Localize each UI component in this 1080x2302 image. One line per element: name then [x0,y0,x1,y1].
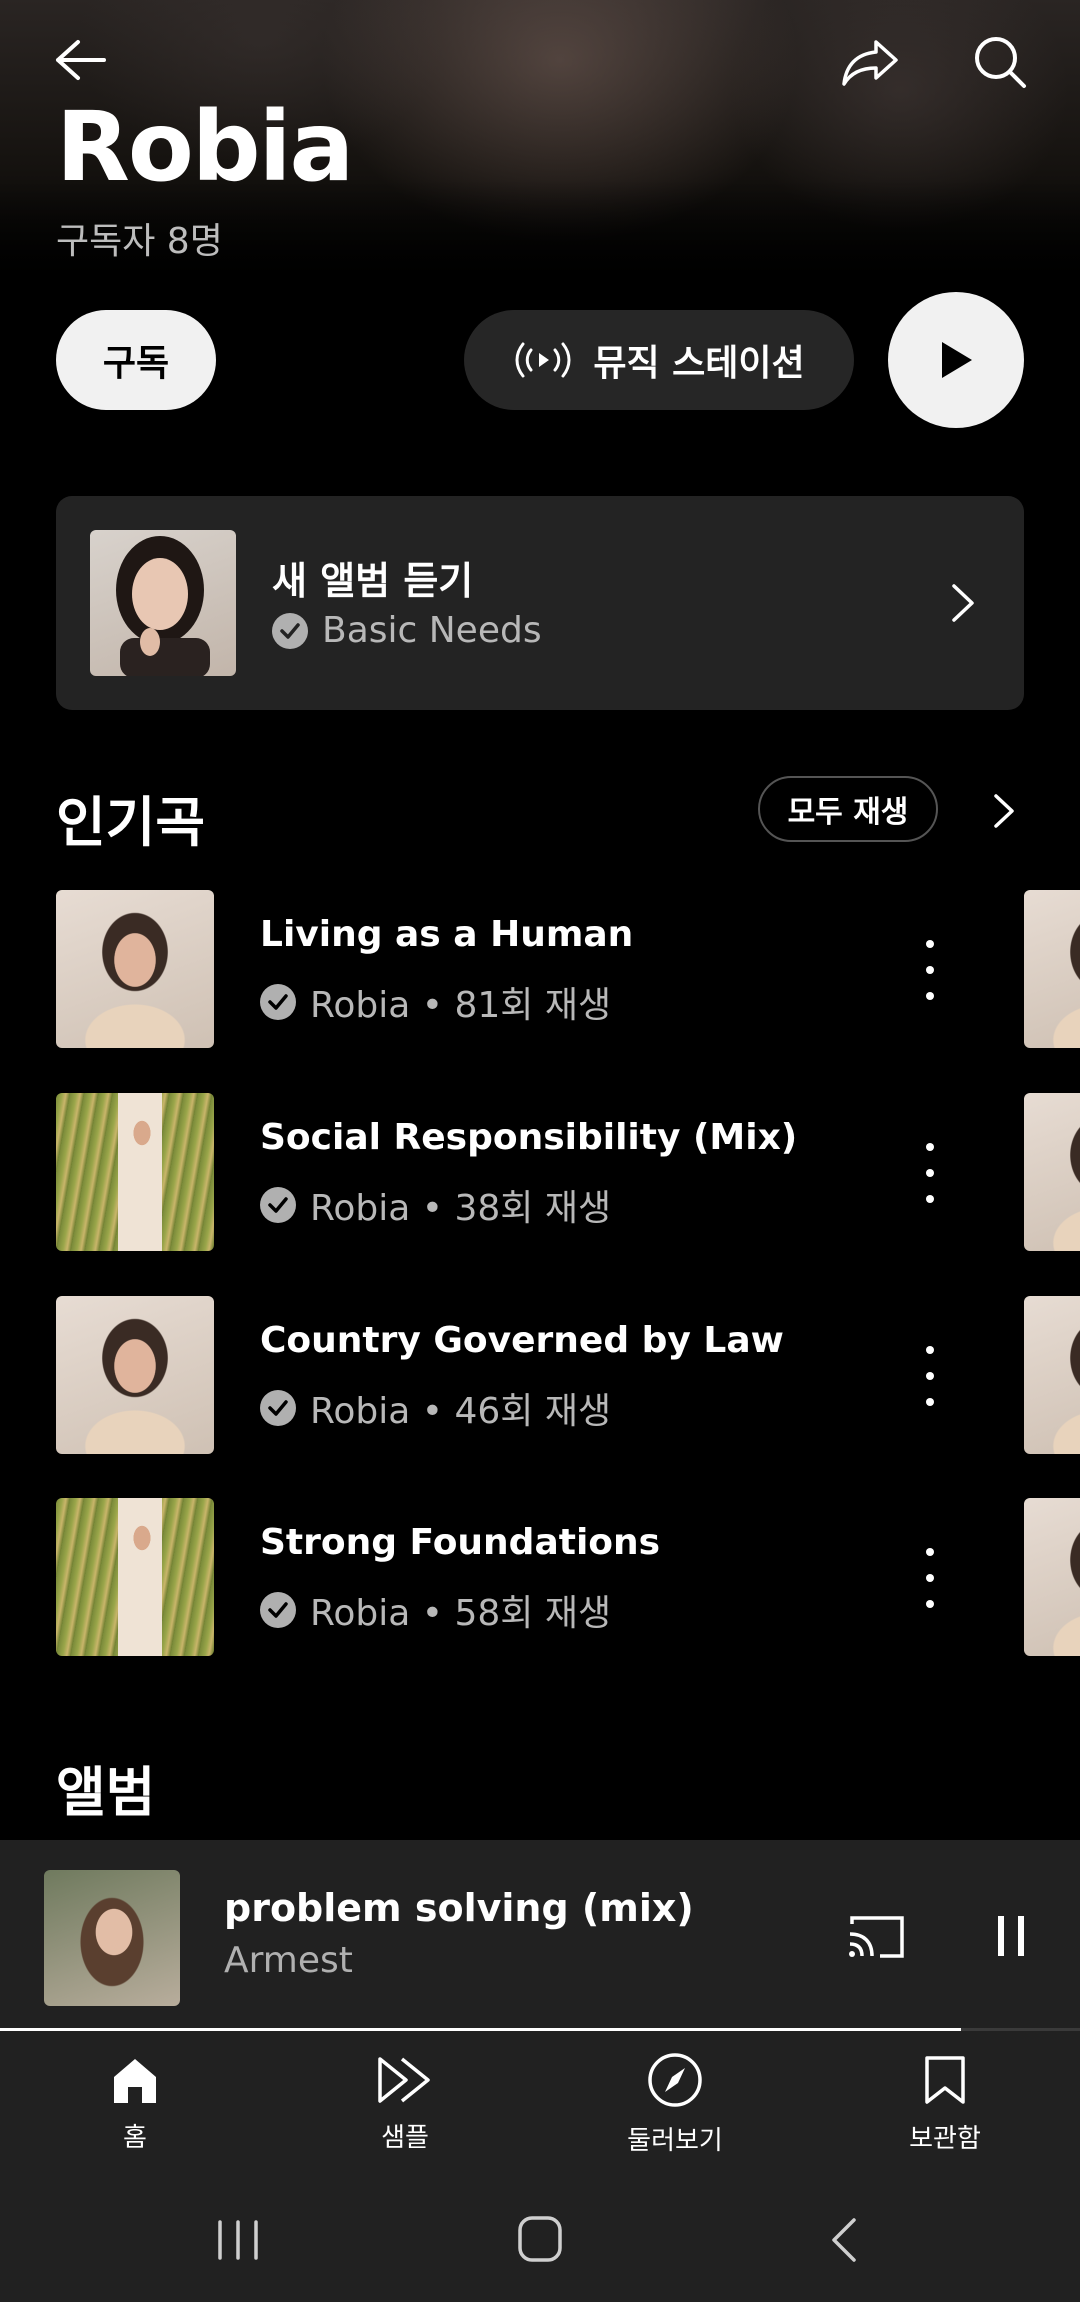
pause-icon [994,1914,1030,1958]
song-meta-text: Robia • 46회 재생 [310,1391,612,1432]
library-icon [923,2054,967,2106]
search-icon [972,34,1028,90]
subscribe-label: 구독 [102,343,170,384]
recent-apps-button[interactable] [214,2218,262,2262]
song-meta: Robia • 58회 재생 [260,1584,611,1636]
song-thumbnail [56,1296,214,1454]
nav-home-label: 홈 [123,2123,147,2153]
radio-icon [513,340,573,380]
song-row[interactable]: Living as a Human Robia • 81회 재생 [0,890,1080,1050]
chevron-left-icon [828,2216,858,2264]
music-station-label: 뮤직 스테이션 [593,343,805,384]
cast-icon [846,1912,908,1960]
song-meta: Robia • 38회 재생 [260,1179,611,1231]
more-options-button[interactable] [912,940,948,1000]
play-all-label: 모두 재생 [787,795,909,830]
nav-home[interactable]: 홈 [0,2031,270,2178]
next-column-thumbnail [1024,890,1080,1048]
play-icon [936,338,976,382]
share-icon [840,36,900,88]
song-meta: Robia • 46회 재생 [260,1382,611,1434]
home-system-button[interactable] [516,2214,564,2264]
more-options-button[interactable] [912,1143,948,1203]
recent-apps-icon [214,2218,262,2262]
cast-button[interactable] [846,1912,908,1960]
system-back-button[interactable] [828,2216,858,2264]
now-playing-cover [44,1870,180,2006]
back-button[interactable] [40,24,120,96]
song-row[interactable]: Country Governed by Law Robia • 46회 재생 [0,1296,1080,1456]
verified-icon [260,1187,296,1223]
verified-icon [260,984,296,1020]
artist-name: Robia [56,91,354,203]
now-playing-title: problem solving (mix) [224,1886,694,1930]
share-button[interactable] [830,24,910,100]
new-album-card[interactable]: 새 앨범 듣기 Basic Needs [56,496,1024,710]
arrow-left-icon [52,38,108,82]
explore-icon [647,2052,703,2108]
next-column-thumbnail [1024,1498,1080,1656]
new-album-name: Basic Needs [322,610,542,651]
song-row[interactable]: Strong Foundations Robia • 58회 재생 [0,1498,1080,1658]
chevron-right-icon [950,582,976,624]
system-navigation-bar [0,2178,1080,2302]
album-cover [90,530,236,676]
popular-more-button[interactable] [992,792,1016,830]
verified-icon [272,612,308,649]
song-meta-text: Robia • 58회 재생 [310,1593,612,1634]
song-title: Living as a Human [260,914,634,955]
verified-icon [260,1592,296,1628]
home-square-icon [516,2214,564,2264]
more-options-button[interactable] [912,1346,948,1406]
pause-button[interactable] [994,1914,1030,1958]
nav-library[interactable]: 보관함 [810,2031,1080,2178]
chevron-right-icon [992,792,1016,830]
song-title: Social Responsibility (Mix) [260,1117,798,1158]
home-icon [110,2055,160,2105]
nav-library-label: 보관함 [909,2124,981,2154]
song-row[interactable]: Social Responsibility (Mix) Robia • 38회 … [0,1093,1080,1253]
nav-samples-label: 샘플 [381,2123,429,2153]
nav-samples[interactable]: 샘플 [270,2031,540,2178]
song-thumbnail [56,890,214,1048]
song-meta-text: Robia • 81회 재생 [310,985,612,1026]
nav-explore[interactable]: 둘러보기 [540,2031,810,2178]
search-button[interactable] [960,24,1040,100]
next-column-thumbnail [1024,1296,1080,1454]
song-thumbnail [56,1093,214,1251]
song-meta: Robia • 81회 재생 [260,976,611,1028]
play-all-button[interactable]: 모두 재생 [758,776,938,842]
music-station-button[interactable]: 뮤직 스테이션 [464,310,854,410]
nav-explore-label: 둘러보기 [627,2126,723,2156]
now-playing-artist: Armest [224,1940,353,1981]
song-title: Country Governed by Law [260,1320,784,1361]
new-album-title: 새 앨범 듣기 [272,559,474,603]
play-button[interactable] [888,292,1024,428]
subscribe-button[interactable]: 구독 [56,310,216,410]
song-title: Strong Foundations [260,1522,661,1563]
samples-icon [376,2055,434,2105]
bottom-navigation: 홈 샘플 둘러보기 보관함 [0,2031,1080,2178]
popular-section-title: 인기곡 [56,791,206,854]
albums-section-title: 앨범 [56,1761,156,1824]
next-column-thumbnail [1024,1093,1080,1251]
verified-icon [260,1390,296,1426]
more-options-button[interactable] [912,1548,948,1608]
subscriber-count: 구독자 8명 [56,221,223,262]
mini-player[interactable]: problem solving (mix) Armest [0,1840,1080,2030]
new-album-subtitle: Basic Needs [272,610,542,651]
song-meta-text: Robia • 38회 재생 [310,1188,612,1229]
song-thumbnail [56,1498,214,1656]
